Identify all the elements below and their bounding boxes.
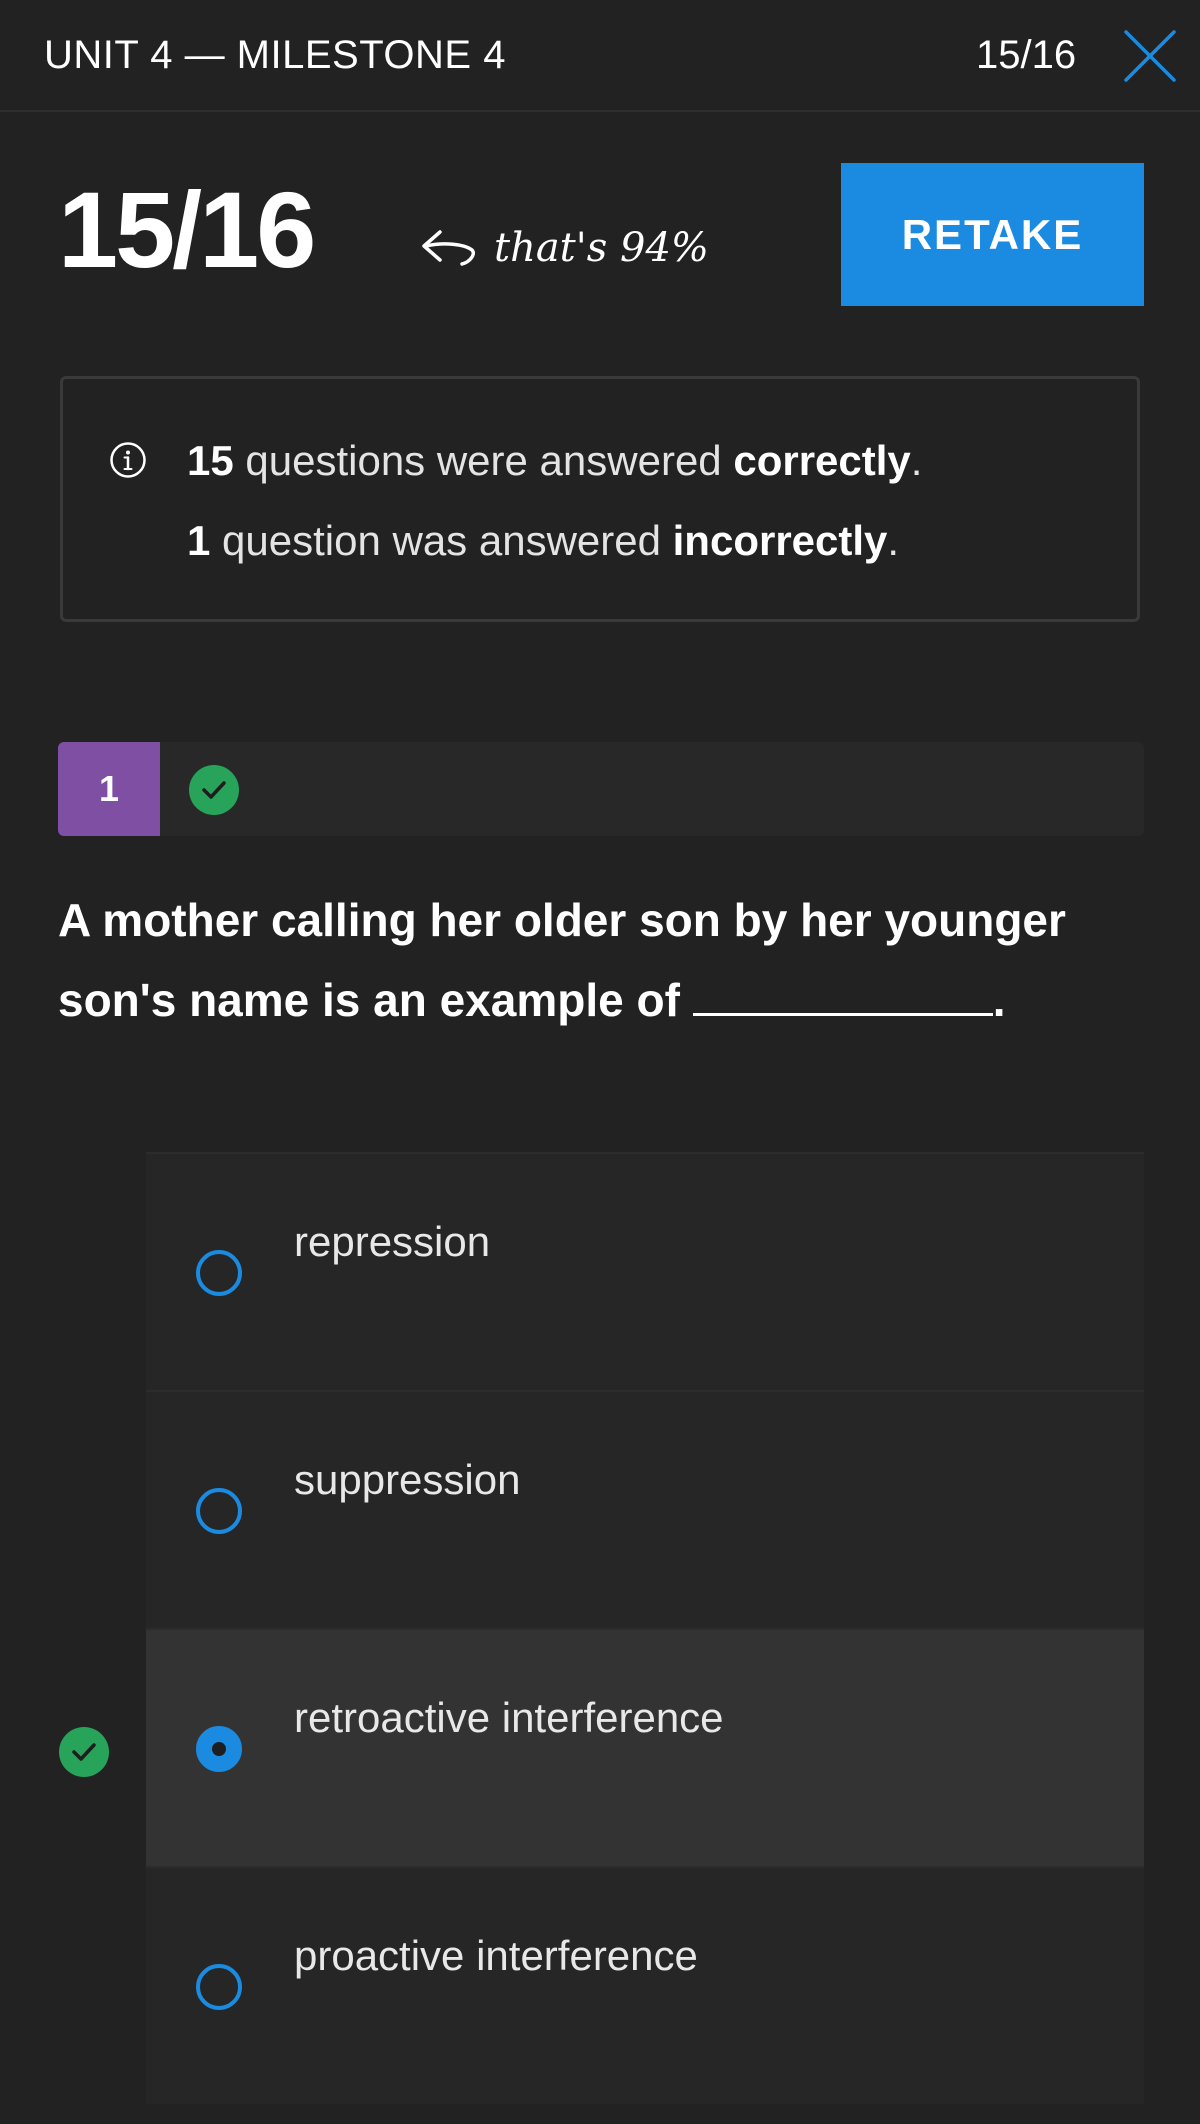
unit-title: UNIT 4 — MILESTONE 4 xyxy=(44,33,506,77)
question-header[interactable]: 1 xyxy=(58,742,1144,836)
incorrect-word: incorrectly xyxy=(672,517,888,564)
close-icon[interactable] xyxy=(1122,30,1178,82)
option-suppression[interactable]: suppression xyxy=(146,1390,1144,1628)
radio-button-selected[interactable] xyxy=(196,1726,242,1772)
option-label: retroactive interference xyxy=(294,1694,724,1741)
radio-button[interactable] xyxy=(196,1964,242,2010)
radio-button[interactable] xyxy=(196,1488,242,1534)
answer-blank xyxy=(692,973,993,1016)
option-label: repression xyxy=(294,1218,491,1265)
curved-arrow-left-icon xyxy=(418,224,482,272)
top-bar: UNIT 4 — MILESTONE 4 15/16 xyxy=(0,0,1200,112)
correct-answer-check-icon xyxy=(58,1726,110,1778)
score-display: 15/16 xyxy=(58,169,316,290)
correct-period: . xyxy=(910,437,923,484)
correct-count: 15 xyxy=(187,437,234,484)
radio-button[interactable] xyxy=(196,1250,242,1296)
check-circle-icon xyxy=(188,764,240,816)
answer-options: repression suppression retroactive inter… xyxy=(146,1152,1144,2104)
incorrect-summary-text: question was answered xyxy=(222,517,661,564)
option-label: suppression xyxy=(294,1456,521,1503)
incorrect-period: . xyxy=(887,517,900,564)
question-text: A mother calling her older son by her yo… xyxy=(58,880,1148,1040)
info-icon xyxy=(109,441,147,479)
incorrect-summary: 1 question was answered incorrectly. xyxy=(187,513,899,569)
question-suffix: . xyxy=(992,974,1006,1026)
percent-note: that's 94% xyxy=(418,220,709,276)
percent-note-text: that's 94% xyxy=(494,225,709,271)
progress-counter: 15/16 xyxy=(976,33,1077,77)
incorrect-count: 1 xyxy=(187,517,211,564)
correct-summary: 15 questions were answered correctly. xyxy=(187,433,922,489)
results-summary-box: 15 questions were answered correctly. 1 … xyxy=(60,376,1140,622)
correct-summary-text: questions were answered xyxy=(245,437,722,484)
option-repression[interactable]: repression xyxy=(146,1152,1144,1390)
option-proactive-interference[interactable]: proactive interference xyxy=(146,1866,1144,2104)
question-number: 1 xyxy=(58,742,160,836)
correct-word: correctly xyxy=(733,437,911,484)
retake-button[interactable]: RETAKE xyxy=(841,163,1144,306)
option-label: proactive interference xyxy=(294,1932,698,1979)
option-retroactive-interference[interactable]: retroactive interference xyxy=(146,1628,1144,1866)
